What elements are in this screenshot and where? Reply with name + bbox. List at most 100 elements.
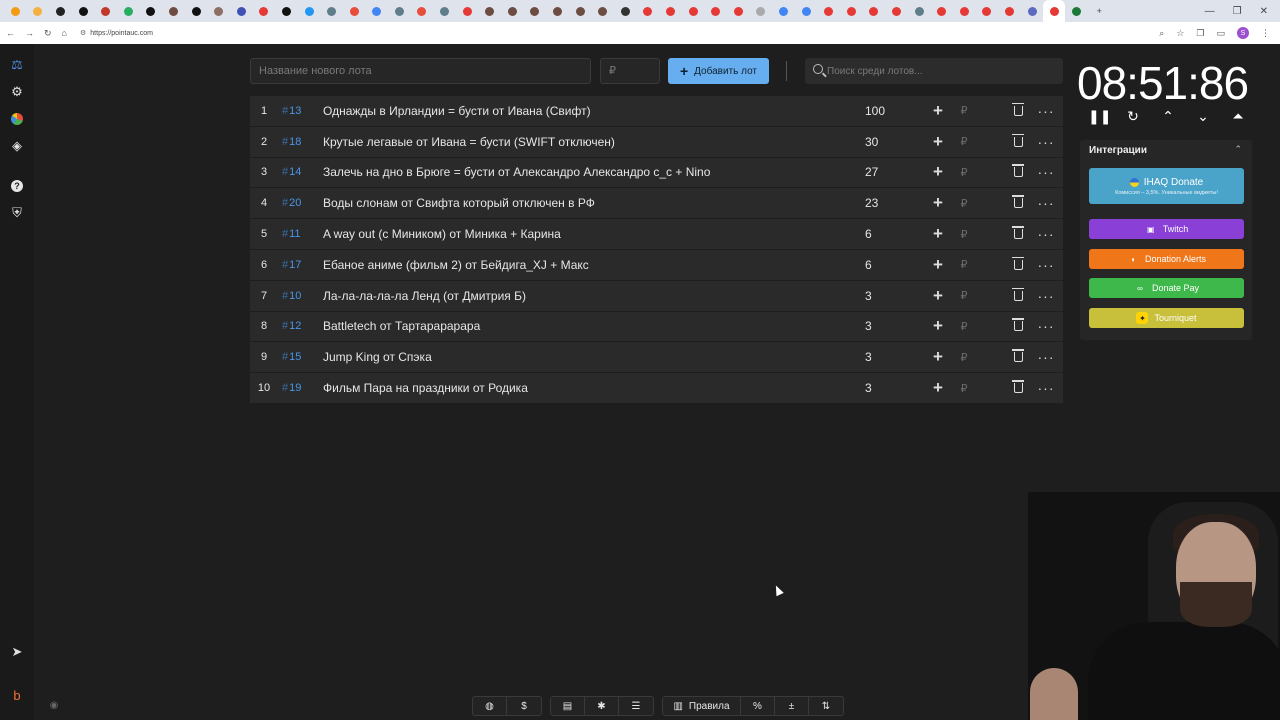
site-info-icon[interactable]: ⚙ xyxy=(80,29,86,37)
add-amount-icon[interactable]: + xyxy=(925,190,951,216)
lot-amount-currency[interactable]: ₽ xyxy=(951,252,977,278)
pause-icon[interactable]: ❚❚ xyxy=(1088,108,1111,125)
browser-tab[interactable] xyxy=(456,0,479,22)
browser-tab[interactable] xyxy=(366,0,389,22)
delete-lot-icon[interactable] xyxy=(1005,190,1031,216)
more-options-icon[interactable]: ··· xyxy=(1033,313,1059,339)
lot-name[interactable]: Залечь на дно в Брюге = бусти от Алексан… xyxy=(323,165,865,179)
lot-name[interactable]: Фильм Пара на праздники от Родика xyxy=(323,381,865,395)
browser-tab[interactable] xyxy=(637,0,660,22)
lot-amount[interactable]: 3 xyxy=(865,289,915,303)
delete-lot-icon[interactable] xyxy=(1005,221,1031,247)
browser-tab[interactable] xyxy=(930,0,953,22)
lot-name[interactable]: Крутые легавые от Ивана = бусти (SWIFT о… xyxy=(323,135,865,149)
lot-amount-currency[interactable]: ₽ xyxy=(951,344,977,370)
delete-lot-icon[interactable] xyxy=(1005,283,1031,309)
browser-tab[interactable] xyxy=(433,0,456,22)
gavel-icon[interactable]: ⚖ xyxy=(0,52,34,78)
sort-icon[interactable]: ⇅ xyxy=(809,697,843,715)
delete-lot-icon[interactable] xyxy=(1005,98,1031,124)
browser-tab[interactable] xyxy=(682,0,705,22)
delete-lot-icon[interactable] xyxy=(1005,313,1031,339)
lot-price-input[interactable] xyxy=(600,58,660,84)
donate-pay-button[interactable]: ∞ Donate Pay xyxy=(1089,278,1244,298)
add-amount-icon[interactable]: + xyxy=(925,221,951,247)
browser-tab[interactable] xyxy=(478,0,501,22)
lot-name[interactable]: Battletech от Тартарарарара xyxy=(323,319,865,333)
reload-icon[interactable]: ↻ xyxy=(44,28,52,39)
lot-amount-currency[interactable]: ₽ xyxy=(951,221,977,247)
lot-amount-currency[interactable]: ₽ xyxy=(951,190,977,216)
browser-tab[interactable] xyxy=(411,0,434,22)
browser-tab[interactable] xyxy=(998,0,1021,22)
chevron-down-icon[interactable]: ⌄ xyxy=(1193,108,1213,125)
ihaq-donate-button[interactable]: IHAQ Donate Комиссия – 3,5%. Уникальные … xyxy=(1089,168,1244,204)
delete-lot-icon[interactable] xyxy=(1005,252,1031,278)
browser-tab[interactable] xyxy=(727,0,750,22)
browser-tab[interactable] xyxy=(569,0,592,22)
lot-search-input[interactable] xyxy=(825,58,1061,84)
browser-tab[interactable] xyxy=(388,0,411,22)
browser-tab[interactable] xyxy=(1065,0,1088,22)
browser-tab[interactable] xyxy=(885,0,908,22)
add-amount-icon[interactable]: + xyxy=(925,159,951,185)
lot-name[interactable]: Однажды в Ирландии = бусти от Ивана (Сви… xyxy=(323,104,865,118)
browser-tab[interactable] xyxy=(659,0,682,22)
browser-tab[interactable] xyxy=(953,0,976,22)
back-icon[interactable]: ← xyxy=(6,28,15,39)
browser-tab[interactable] xyxy=(524,0,547,22)
forward-icon[interactable]: → xyxy=(25,28,34,39)
add-amount-icon[interactable]: + xyxy=(925,313,951,339)
browser-tab[interactable] xyxy=(185,0,208,22)
split-icon[interactable]: ± xyxy=(775,697,809,715)
help-icon[interactable]: ? xyxy=(0,173,34,199)
lot-amount[interactable]: 6 xyxy=(865,258,915,272)
browser-tab[interactable] xyxy=(162,0,185,22)
lot-amount[interactable]: 3 xyxy=(865,381,915,395)
browser-tab[interactable] xyxy=(275,0,298,22)
more-options-icon[interactable]: ··· xyxy=(1033,129,1059,155)
delete-lot-icon[interactable] xyxy=(1005,375,1031,401)
new-tab-button[interactable]: + xyxy=(1088,0,1111,22)
browser-tab[interactable] xyxy=(840,0,863,22)
lot-amount-currency[interactable]: ₽ xyxy=(951,159,977,185)
more-options-icon[interactable]: ··· xyxy=(1033,283,1059,309)
add-amount-icon[interactable]: + xyxy=(925,375,951,401)
add-amount-icon[interactable]: + xyxy=(925,98,951,124)
browser-tab[interactable] xyxy=(750,0,773,22)
browser-tab[interactable] xyxy=(817,0,840,22)
browser-tab[interactable] xyxy=(320,0,343,22)
chevron-up-icon[interactable]: ⌃ xyxy=(1158,108,1178,125)
collapse-chevron-icon[interactable]: ⌃ xyxy=(1234,144,1242,155)
browser-tab[interactable] xyxy=(140,0,163,22)
browser-tab[interactable] xyxy=(230,0,253,22)
browser-tab[interactable] xyxy=(976,0,999,22)
home-icon[interactable]: ⌂ xyxy=(62,28,67,39)
browser-tab[interactable] xyxy=(591,0,614,22)
lot-name[interactable]: Ла-ла-ла-ла-ла Ленд (от Дмитрия Б) xyxy=(323,289,865,303)
browser-tab[interactable] xyxy=(501,0,524,22)
browser-menu-icon[interactable]: ⋮ xyxy=(1261,28,1270,39)
lot-amount-currency[interactable]: ₽ xyxy=(951,313,977,339)
more-options-icon[interactable]: ··· xyxy=(1033,375,1059,401)
boosty-icon[interactable]: b xyxy=(0,682,34,708)
browser-tab[interactable] xyxy=(94,0,117,22)
browser-tab[interactable] xyxy=(27,0,50,22)
lot-amount[interactable]: 30 xyxy=(865,135,915,149)
double-chevron-up-icon[interactable]: ⏶ xyxy=(1228,108,1248,125)
delete-lot-icon[interactable] xyxy=(1005,129,1031,155)
lot-amount[interactable]: 23 xyxy=(865,196,915,210)
lot-name[interactable]: A way out (с Миником) от Миника + Карина xyxy=(323,227,865,241)
delete-lot-icon[interactable] xyxy=(1005,344,1031,370)
bookmark-star-icon[interactable]: ☆ xyxy=(1176,28,1184,39)
browser-tab[interactable] xyxy=(343,0,366,22)
browser-tab[interactable] xyxy=(253,0,276,22)
close-icon[interactable]: ✕ xyxy=(1260,6,1268,17)
telegram-icon[interactable]: ➤ xyxy=(0,639,34,665)
extensions-icon[interactable]: ❒ xyxy=(1196,28,1204,39)
clear-list-icon[interactable]: ☰ xyxy=(619,697,653,715)
shield-icon[interactable]: ⛨ xyxy=(0,200,34,226)
add-amount-icon[interactable]: + xyxy=(925,129,951,155)
more-options-icon[interactable]: ··· xyxy=(1033,159,1059,185)
lot-amount[interactable]: 3 xyxy=(865,350,915,364)
